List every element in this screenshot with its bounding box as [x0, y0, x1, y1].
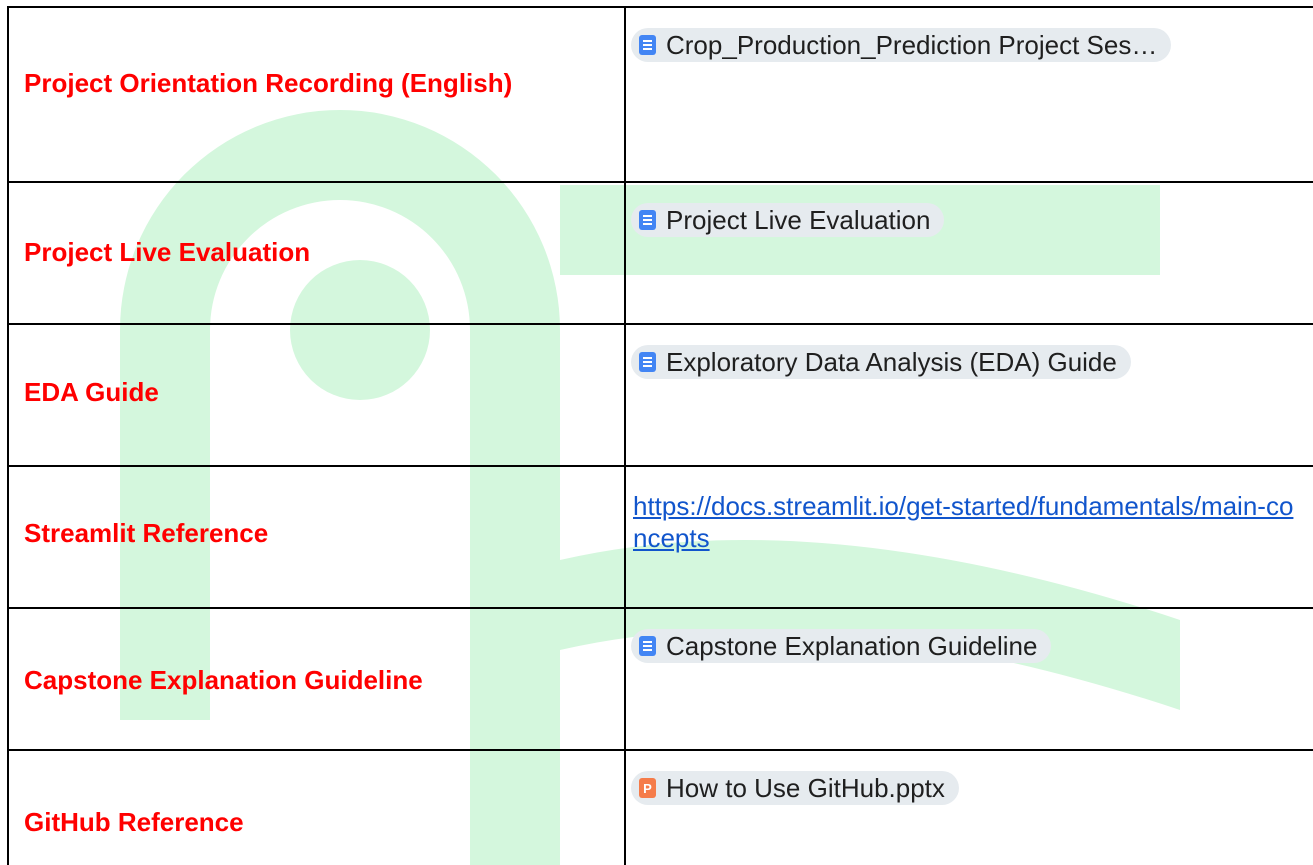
row-resource-cell: Capstone Explanation Guideline [624, 607, 1313, 751]
document-page: Project Orientation Recording (English) … [0, 0, 1313, 865]
document-chip-label: Capstone Explanation Guideline [666, 630, 1038, 661]
row-label: GitHub Reference [24, 807, 244, 837]
table-row: GitHub Reference P How to Use GitHub.ppt… [7, 749, 1313, 865]
row-label: Project Live Evaluation [24, 237, 311, 267]
row-label: Project Orientation Recording (English) [24, 68, 513, 98]
document-chip-label: Project Live Evaluation [666, 204, 931, 235]
presentation-chip[interactable]: P How to Use GitHub.pptx [631, 771, 959, 805]
streamlit-link[interactable]: https://docs.streamlit.io/get-started/fu… [633, 490, 1305, 554]
table-row: EDA Guide Exploratory Data Analysis (EDA… [7, 323, 1313, 467]
document-chip[interactable]: Capstone Explanation Guideline [631, 629, 1052, 663]
row-label-cell: Capstone Explanation Guideline [7, 607, 626, 751]
document-icon [639, 210, 656, 230]
presentation-icon: P [639, 778, 656, 798]
document-icon [639, 352, 656, 372]
document-chip-label: Exploratory Data Analysis (EDA) Guide [666, 346, 1117, 377]
row-resource-cell: https://docs.streamlit.io/get-started/fu… [624, 465, 1313, 609]
row-label: Streamlit Reference [24, 518, 269, 548]
table-row: Project Orientation Recording (English) … [7, 6, 1313, 183]
row-resource-cell: Exploratory Data Analysis (EDA) Guide [624, 323, 1313, 467]
document-icon [639, 636, 656, 656]
row-label-cell: GitHub Reference [7, 749, 626, 865]
row-label: Capstone Explanation Guideline [24, 665, 423, 695]
document-chip[interactable]: Exploratory Data Analysis (EDA) Guide [631, 345, 1131, 379]
document-chip[interactable]: Crop_Production_Prediction Project Ses… [631, 28, 1172, 62]
row-label-cell: Streamlit Reference [7, 465, 626, 609]
document-chip-label: Crop_Production_Prediction Project Ses… [666, 29, 1158, 60]
row-label-cell: Project Live Evaluation [7, 181, 626, 325]
table-row: Project Live Evaluation Project Live Eva… [7, 181, 1313, 325]
row-label-cell: Project Orientation Recording (English) [7, 6, 626, 183]
presentation-chip-label: How to Use GitHub.pptx [666, 772, 945, 803]
row-resource-cell: Project Live Evaluation [624, 181, 1313, 325]
table-row: Capstone Explanation Guideline Capstone … [7, 607, 1313, 751]
table-row: Streamlit Reference https://docs.streaml… [7, 465, 1313, 609]
document-icon [639, 35, 656, 55]
document-chip[interactable]: Project Live Evaluation [631, 203, 945, 237]
resource-table: Project Orientation Recording (English) … [7, 6, 1313, 865]
row-resource-cell: P How to Use GitHub.pptx [624, 749, 1313, 865]
row-resource-cell: Crop_Production_Prediction Project Ses… [624, 6, 1313, 183]
row-label: EDA Guide [24, 377, 159, 407]
row-label-cell: EDA Guide [7, 323, 626, 467]
